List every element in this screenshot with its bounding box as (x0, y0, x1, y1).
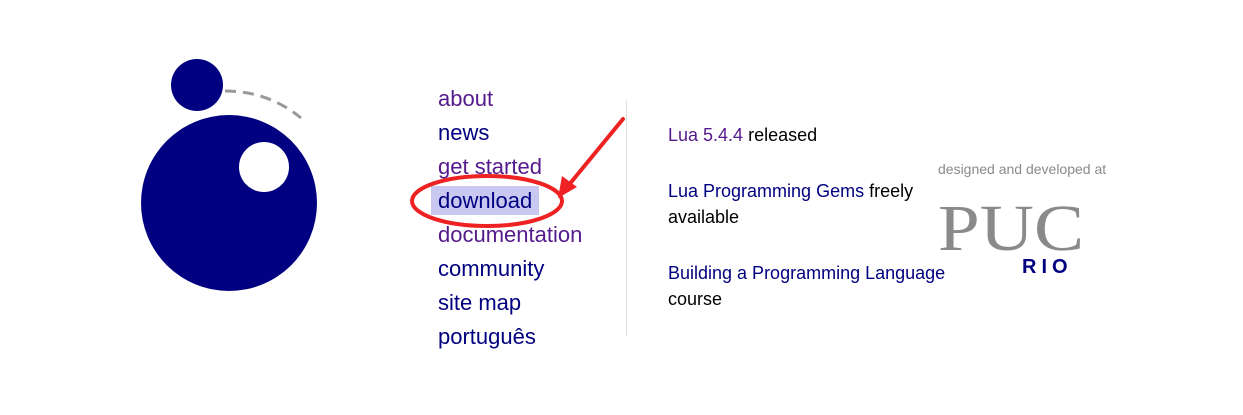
rio-logo-text: RIO (1022, 256, 1073, 278)
nav-item-site-map[interactable]: site map (438, 286, 613, 320)
news-link-building-language[interactable]: Building a Programming Language (668, 263, 945, 283)
column-divider (626, 100, 627, 336)
nav-item-portugues[interactable]: português (438, 320, 613, 354)
news-item-text: released (743, 125, 818, 145)
puc-rio-logo[interactable]: PUC RIO (936, 190, 1086, 280)
nav-item-news[interactable]: news (438, 116, 613, 150)
news-link-lua-release[interactable]: Lua 5.4.4 (668, 125, 743, 145)
lua-logo-icon[interactable] (138, 55, 323, 300)
nav-item-community[interactable]: community (438, 252, 613, 286)
nav-item-get-started[interactable]: get started (438, 150, 613, 184)
credit-caption: designed and developed at (938, 161, 1107, 177)
news-item: Lua 5.4.4 released (668, 122, 948, 148)
main-nav: about news get started download document… (431, 82, 613, 354)
nav-item-download[interactable]: download (431, 184, 613, 218)
news-item-text: course (668, 289, 723, 309)
news-item: Lua Programming Gems freely available (668, 178, 948, 230)
puc-logo-text: PUC (938, 192, 1084, 265)
news-link-programming-gems[interactable]: Lua Programming Gems (668, 181, 864, 201)
nav-item-about[interactable]: about (438, 82, 613, 116)
news-list: Lua 5.4.4 released Lua Programming Gems … (668, 122, 948, 342)
nav-item-documentation[interactable]: documentation (438, 218, 613, 252)
news-item: Building a Programming Language course (668, 260, 948, 312)
